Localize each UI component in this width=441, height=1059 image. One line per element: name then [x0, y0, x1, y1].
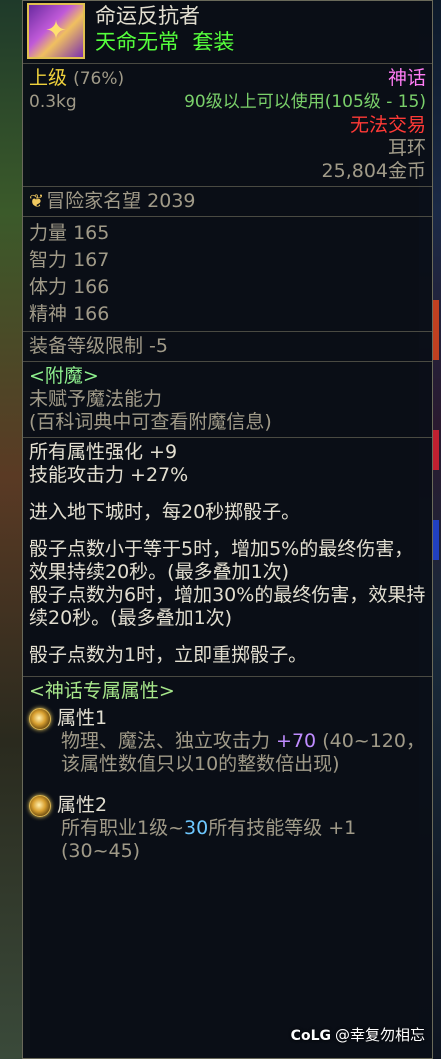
watermark: CoLG @幸复勿相忘	[291, 1024, 425, 1045]
mythic-attr1-label: 属性1	[57, 707, 108, 729]
effect-dice-six: 骰子点数为6时，增加30%的最终伤害，效果持续20秒。(最多叠加1次)	[29, 584, 426, 629]
stat-row: 体力 166	[29, 276, 110, 298]
bonus-section: 所有属性强化 +9 技能攻击力 +27% 进入地下城时，每20秒掷骰子。 骰子点…	[23, 437, 432, 676]
item-header: ✦ 命运反抗者 天命无常 套装	[23, 1, 432, 63]
gold-orb-icon	[29, 707, 51, 730]
item-name: 命运反抗者	[95, 4, 200, 28]
mythic-earring-icon: ✦	[27, 3, 85, 59]
enchant-title: <附魔>	[29, 365, 99, 387]
effect-dice-low: 骰子点数小于等于5时，增加5%的最终伤害，效果持续20秒。(最多叠加1次)	[29, 538, 414, 583]
laurel-icon: ❦	[29, 191, 45, 212]
stats-section: 力量 165 智力 167 体力 166 精神 166	[23, 216, 432, 331]
enchant-status: 未赋予魔法能力	[29, 388, 163, 410]
enchant-section: <附魔> 未赋予魔法能力 (百科词典中可查看附魔信息)	[23, 361, 432, 437]
mythic-attr2-label: 属性2	[57, 794, 108, 816]
fame-row: ❦ 冒险家名望 2039	[23, 186, 432, 216]
item-slot: 耳环	[387, 137, 426, 159]
item-basic-info: 上级 (76%) 神话 0.3kg 90级以上可以使用(105级 - 15) 无…	[23, 63, 432, 186]
stat-row: 智力 167	[29, 249, 110, 271]
mythic-attr2-desc: 所有职业1级~30所有技能等级 +1 (30~45)	[61, 817, 357, 862]
item-grade: 上级	[29, 67, 68, 89]
item-trade-status: 无法交易	[349, 114, 426, 136]
effect-dice-reroll: 骰子点数为1时，立即重掷骰子。	[29, 644, 308, 666]
item-price: 25,804金币	[321, 160, 426, 182]
stat-row: 力量 165	[29, 222, 110, 244]
bonus-skill-attack: 技能攻击力 +27%	[29, 464, 189, 486]
item-level-requirement: 90级以上可以使用(105级 - 15)	[184, 92, 426, 112]
mythic-attr1-desc: 物理、魔法、独立攻击力 +70 (40~120，该属性数值只以10的整数倍出现)	[61, 730, 425, 775]
enchant-hint: (百科词典中可查看附魔信息)	[29, 411, 272, 433]
fame-value: 2039	[147, 190, 196, 212]
watermark-text: @幸复勿相忘	[334, 1026, 425, 1044]
mythic-attr2-header: 属性2	[29, 794, 426, 817]
gold-orb-icon	[29, 794, 51, 817]
effect-roll-dice: 进入地下城时，每20秒掷骰子。	[29, 501, 301, 523]
item-grade-percent: (76%)	[73, 69, 125, 89]
colg-logo: CoLG	[290, 1028, 331, 1044]
item-tooltip: ✦ 命运反抗者 天命无常 套装 上级 (76%) 神话 0.3kg 90级以上可…	[22, 0, 433, 1059]
stat-row: 精神 166	[29, 303, 110, 325]
equip-limit-section: 装备等级限制 -5	[23, 331, 432, 361]
item-weight: 0.3kg	[29, 92, 77, 112]
mythic-attr1-header: 属性1	[29, 707, 426, 730]
fame-label: 冒险家名望	[46, 190, 142, 212]
mythic-title: <神话专属属性>	[29, 680, 175, 702]
equip-level-limit: 装备等级限制 -5	[29, 335, 168, 357]
item-set: 天命无常 套装	[95, 30, 235, 54]
bonus-all-stats: 所有属性强化 +9	[29, 441, 178, 463]
mythic-section: <神话专属属性> 属性1 物理、魔法、独立攻击力 +70 (40~120，该属性…	[23, 676, 432, 866]
item-rarity: 神话	[387, 67, 426, 89]
